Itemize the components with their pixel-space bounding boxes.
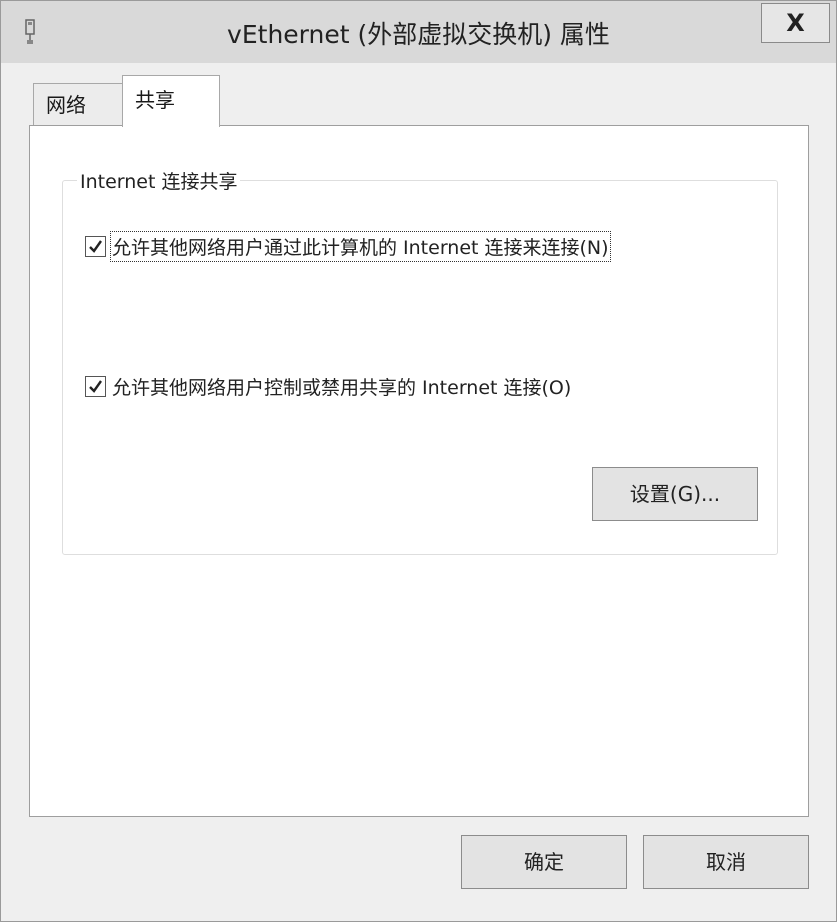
allow-control-label[interactable]: 允许其他网络用户控制或禁用共享的 Internet 连接(O) bbox=[112, 373, 571, 400]
close-icon: X bbox=[786, 9, 805, 37]
title-bar[interactable]: vEthernet (外部虚拟交换机) 属性 X bbox=[1, 1, 836, 63]
allow-connect-checkbox[interactable] bbox=[85, 236, 106, 257]
allow-connect-option[interactable]: 允许其他网络用户通过此计算机的 Internet 连接来连接(N) bbox=[85, 231, 611, 262]
ics-group-title: Internet 连接共享 bbox=[77, 167, 241, 194]
checkmark-icon bbox=[89, 240, 102, 253]
dialog-client-area: 网络 共享 Internet 连接共享 允许其他网络用户通过此计算机的 Inte… bbox=[1, 63, 836, 921]
sharing-tab-panel: Internet 连接共享 允许其他网络用户通过此计算机的 Internet 连… bbox=[29, 125, 809, 817]
tab-network[interactable]: 网络 bbox=[33, 83, 125, 125]
cancel-button[interactable]: 取消 bbox=[643, 835, 809, 889]
properties-dialog: vEthernet (外部虚拟交换机) 属性 X 网络 共享 Internet … bbox=[0, 0, 837, 922]
close-button[interactable]: X bbox=[761, 3, 830, 43]
ok-button[interactable]: 确定 bbox=[461, 835, 627, 889]
window-title: vEthernet (外部虚拟交换机) 属性 bbox=[227, 20, 610, 49]
settings-button[interactable]: 设置(G)... bbox=[592, 467, 758, 521]
checkmark-icon bbox=[89, 380, 102, 393]
allow-connect-label[interactable]: 允许其他网络用户通过此计算机的 Internet 连接来连接(N) bbox=[110, 231, 611, 262]
allow-control-checkbox[interactable] bbox=[85, 376, 106, 397]
tab-sharing[interactable]: 共享 bbox=[122, 75, 220, 127]
ics-groupbox: Internet 连接共享 允许其他网络用户通过此计算机的 Internet 连… bbox=[62, 167, 778, 555]
allow-control-option[interactable]: 允许其他网络用户控制或禁用共享的 Internet 连接(O) bbox=[85, 373, 571, 400]
